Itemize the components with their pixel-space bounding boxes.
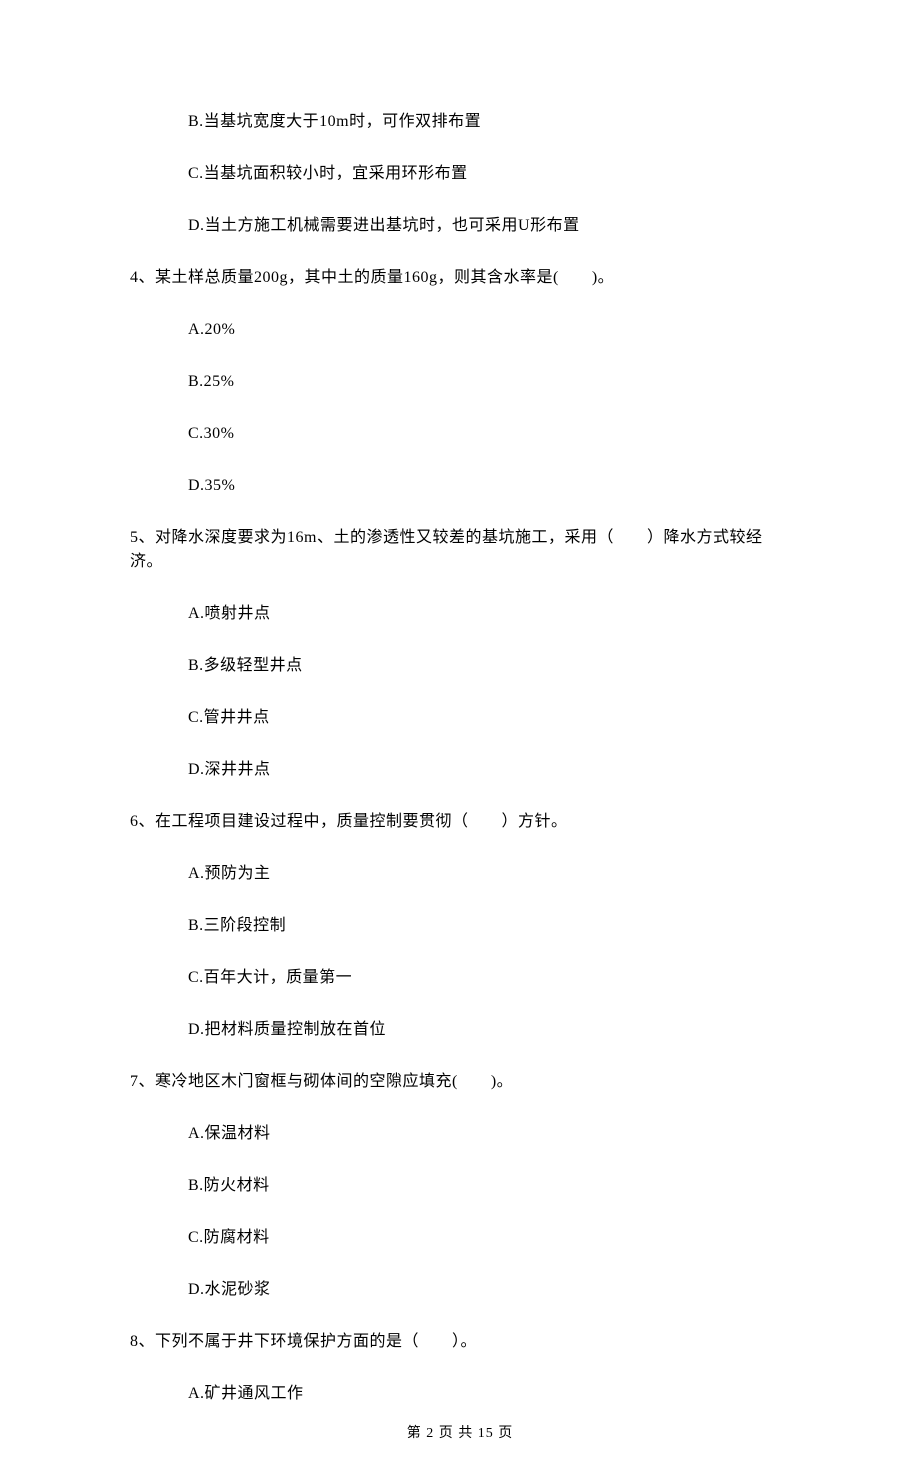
option-text: B.多级轻型井点 xyxy=(188,654,790,678)
option-text: A.矿井通风工作 xyxy=(188,1382,790,1406)
option-text: D.水泥砂浆 xyxy=(188,1278,790,1302)
option-text: A.预防为主 xyxy=(188,862,790,886)
option-text: C.当基坑面积较小时，宜采用环形布置 xyxy=(188,162,790,186)
option-text: D.当土方施工机械需要进出基坑时，也可采用U形布置 xyxy=(188,214,790,238)
question-stem: 4、某土样总质量200g，其中土的质量160g，则其含水率是( )。 xyxy=(130,266,790,290)
option-text: A.20% xyxy=(188,318,790,342)
question-stem: 8、下列不属于井下环境保护方面的是（ ）。 xyxy=(130,1330,790,1354)
question-stem: 5、对降水深度要求为16m、土的渗透性又较差的基坑施工，采用（ ）降水方式较经济… xyxy=(130,526,790,574)
option-text: D.把材料质量控制放在首位 xyxy=(188,1018,790,1042)
option-text: B.防火材料 xyxy=(188,1174,790,1198)
option-text: C.30% xyxy=(188,422,790,446)
question-stem: 7、寒冷地区木门窗框与砌体间的空隙应填充( )。 xyxy=(130,1070,790,1094)
option-text: D.深井井点 xyxy=(188,758,790,782)
question-stem: 6、在工程项目建设过程中，质量控制要贯彻（ ）方针。 xyxy=(130,810,790,834)
option-text: B.当基坑宽度大于10m时，可作双排布置 xyxy=(188,110,790,134)
document-page: B.当基坑宽度大于10m时，可作双排布置 C.当基坑面积较小时，宜采用环形布置 … xyxy=(0,0,920,1474)
option-text: A.保温材料 xyxy=(188,1122,790,1146)
option-text: C.管井井点 xyxy=(188,706,790,730)
page-footer: 第 2 页 共 15 页 xyxy=(0,1423,920,1444)
option-text: D.35% xyxy=(188,474,790,498)
option-text: B.25% xyxy=(188,370,790,394)
option-text: A.喷射井点 xyxy=(188,602,790,626)
option-text: C.防腐材料 xyxy=(188,1226,790,1250)
option-text: B.三阶段控制 xyxy=(188,914,790,938)
option-text: C.百年大计，质量第一 xyxy=(188,966,790,990)
